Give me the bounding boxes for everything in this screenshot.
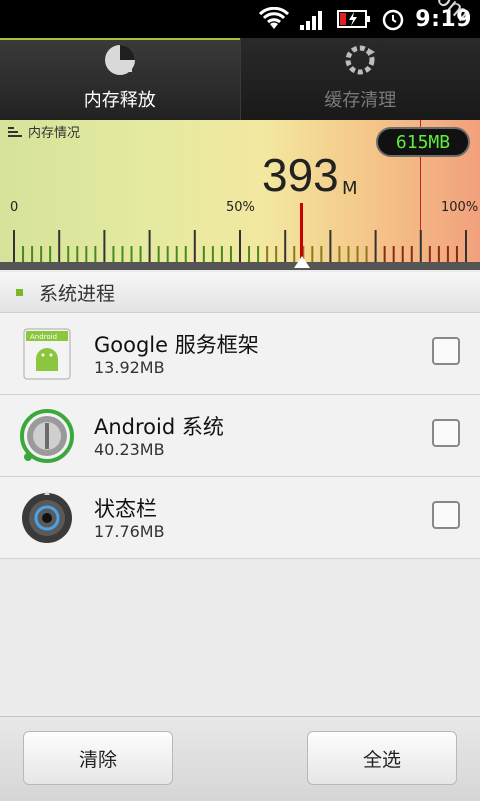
memory-meter: 内存情况 615MB 393 M 0 50% 100%: [0, 120, 480, 270]
list-item[interactable]: Android 系统 40.23MB: [0, 395, 480, 477]
alarm-icon: [381, 7, 405, 31]
signal-icon: [299, 7, 327, 31]
process-checkbox[interactable]: [432, 501, 460, 529]
svg-text:Android: Android: [30, 333, 57, 341]
battery-charging-icon: [337, 8, 371, 30]
process-name: 状态栏: [94, 493, 157, 523]
section-header: 系统进程: [0, 272, 480, 313]
tab-memory-release[interactable]: 内存释放: [0, 38, 240, 120]
refresh-gear-icon: [342, 42, 378, 78]
bottom-action-bar: 清除 全选: [0, 716, 480, 801]
process-list: Android Google 服务框架 13.92MB Android 系统 4…: [0, 313, 480, 559]
process-name: Android 系统: [94, 411, 224, 441]
list-item[interactable]: 状态栏 17.76MB: [0, 477, 480, 559]
tab-label: 缓存清理: [324, 86, 396, 112]
process-checkbox[interactable]: [432, 419, 460, 447]
meter-needle: [300, 203, 303, 263]
process-size: 17.76MB: [94, 522, 165, 541]
process-size: 13.92MB: [94, 358, 165, 377]
list-item[interactable]: Android Google 服务框架 13.92MB: [0, 313, 480, 395]
process-checkbox[interactable]: [432, 337, 460, 365]
status-bar: 9:19 apk8.com: [0, 0, 480, 38]
pie-chart-icon: [102, 42, 138, 78]
clear-button[interactable]: 清除: [23, 731, 173, 785]
meter-base: [0, 262, 480, 270]
tab-cache-clean[interactable]: 缓存清理: [240, 38, 480, 120]
tab-label: 内存释放: [84, 86, 156, 112]
meter-scale: [0, 120, 480, 270]
section-title: 系统进程: [39, 279, 115, 306]
android-package-icon: Android: [18, 325, 76, 383]
process-size: 40.23MB: [94, 440, 165, 459]
wifi-icon: [259, 7, 289, 31]
tab-bar: 内存释放 缓存清理: [0, 38, 480, 120]
select-all-button[interactable]: 全选: [307, 731, 457, 785]
section-bullet: [16, 289, 23, 296]
android-system-icon: [18, 407, 76, 465]
process-name: Google 服务框架: [94, 329, 259, 359]
needle-pointer: [294, 256, 310, 268]
statusbar-icon: [18, 489, 76, 547]
